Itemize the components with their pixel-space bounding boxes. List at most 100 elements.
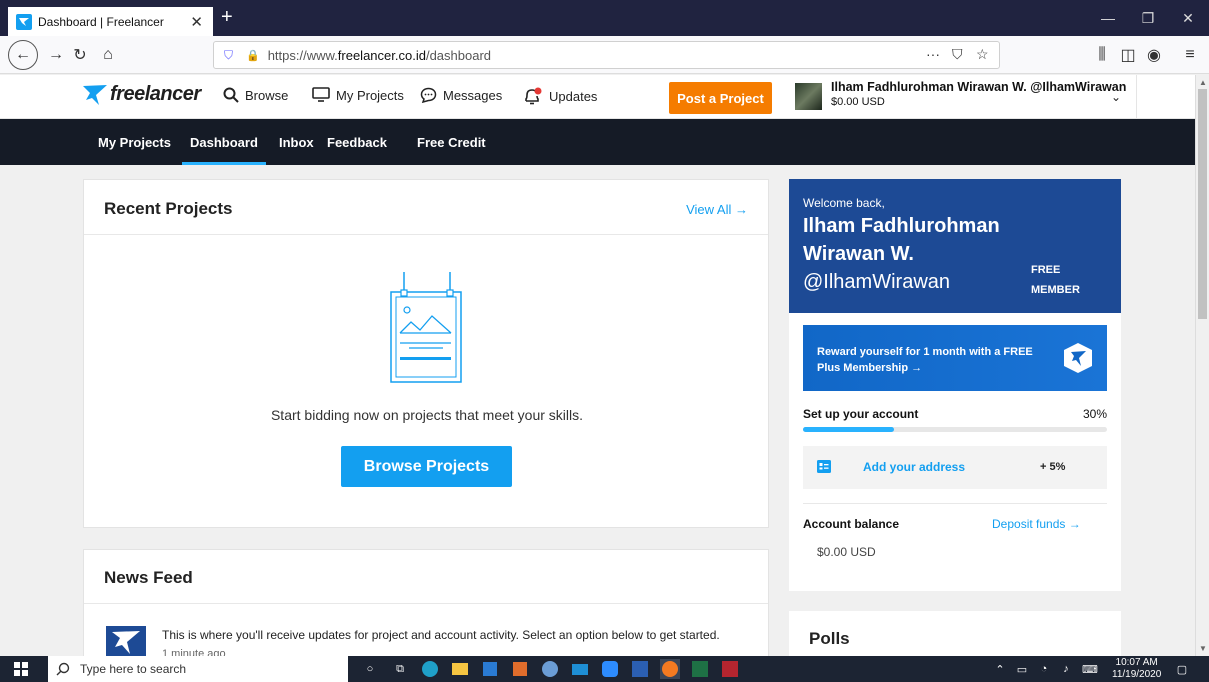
mendeley-icon[interactable]: [720, 659, 740, 679]
lock-icon[interactable]: 🔒: [246, 49, 260, 62]
membership-badge-line1: FREE: [1031, 264, 1061, 276]
file-explorer-icon[interactable]: [450, 659, 470, 679]
menu-icon[interactable]: ≡: [1178, 43, 1202, 67]
screen: Dashboard | Freelancer ✕ + — ❐ ✕ ← → ↻ ⌂…: [0, 0, 1209, 682]
home-icon[interactable]: ⌂: [96, 43, 120, 67]
add-address-task[interactable]: Add your address + 5%: [803, 446, 1107, 489]
nav-messages[interactable]: Messages: [420, 87, 502, 103]
shield-icon[interactable]: ⛉: [224, 48, 238, 63]
clock-date: 11/19/2020: [1112, 669, 1162, 680]
url-bar[interactable]: ⛉ 🔒 https://www.freelancer.co.id/dashboa…: [213, 41, 1000, 69]
monitor-icon: [312, 87, 330, 102]
restore-icon[interactable]: ❐: [1128, 0, 1168, 36]
user-menu[interactable]: Ilham Fadhlurohman Wirawan W. @IlhamWira…: [795, 80, 1126, 110]
subnav-inbox[interactable]: Inbox: [279, 119, 314, 165]
firefox-icon[interactable]: [660, 659, 680, 679]
welcome-handle: @IlhamWirawan: [803, 271, 951, 293]
dashboard-subnav: My Projects Dashboard Inbox Feedback Fre…: [0, 119, 1195, 165]
account-balance-amount: $0.00 USD: [817, 545, 876, 559]
account-icon[interactable]: ◉: [1142, 43, 1166, 67]
notifications-icon[interactable]: ▢: [1172, 659, 1192, 679]
zoom-icon[interactable]: [600, 659, 620, 679]
wifi-icon[interactable]: ◔: [1034, 659, 1054, 679]
user-name: Ilham Fadhlurohman Wirawan W. @IlhamWira…: [831, 80, 1127, 94]
account-balance-title: Account balance: [803, 517, 900, 531]
freelancer-logo[interactable]: freelancer: [82, 83, 201, 106]
scrollbar-thumb[interactable]: [1198, 89, 1207, 319]
nav-my-projects[interactable]: My Projects: [312, 87, 404, 103]
subnav-free-credit[interactable]: Free Credit: [417, 119, 486, 165]
deposit-funds-link[interactable]: Deposit funds →: [992, 517, 1081, 531]
volume-icon[interactable]: ♪: [1056, 659, 1076, 679]
freelancer-favicon-icon: [16, 14, 32, 30]
close-window-icon[interactable]: ✕: [1168, 0, 1208, 36]
page-actions-icon[interactable]: ···: [926, 46, 940, 62]
reload-icon[interactable]: ↻: [68, 43, 92, 67]
windows-start-icon[interactable]: [14, 662, 28, 676]
media-player-icon[interactable]: [510, 659, 530, 679]
recent-projects-card: Recent Projects View All → Start bidding…: [83, 179, 769, 528]
membership-badge-line2: MEMBER: [1031, 284, 1080, 296]
browser-tab[interactable]: Dashboard | Freelancer ✕: [8, 7, 213, 37]
add-address-link[interactable]: Add your address: [863, 460, 965, 474]
subnav-dashboard[interactable]: Dashboard: [182, 119, 266, 165]
card-divider: [803, 503, 1107, 504]
word-icon[interactable]: [630, 659, 650, 679]
browse-projects-button[interactable]: Browse Projects: [341, 446, 512, 487]
view-all-link[interactable]: View All →: [686, 202, 748, 217]
recent-projects-title: Recent Projects: [104, 199, 233, 218]
site-header: freelancer Browse My Projects Messages U…: [0, 75, 1195, 119]
subnav-feedback[interactable]: Feedback: [327, 119, 387, 165]
clock-time: 10:07 AM: [1115, 657, 1158, 668]
pocket-icon[interactable]: ⛉: [952, 46, 963, 63]
battery-icon[interactable]: ▭: [1012, 659, 1032, 679]
bookmark-star-icon[interactable]: ☆: [976, 46, 989, 63]
chat-bubble-icon: [420, 87, 437, 103]
nav-browse[interactable]: Browse: [223, 87, 288, 103]
freelancer-bird-icon: [83, 84, 107, 105]
library-icon[interactable]: ⫼: [1090, 43, 1114, 67]
header-divider: [1136, 75, 1137, 119]
back-arrow-icon[interactable]: ←: [8, 40, 38, 70]
card-divider: [84, 234, 768, 235]
avatar[interactable]: [795, 83, 822, 110]
sidebar-icon[interactable]: ◫: [1116, 43, 1140, 67]
setup-progress-bar: [803, 427, 1107, 432]
setup-account-title: Set up your account: [803, 407, 919, 421]
scroll-up-icon[interactable]: ▲: [1199, 78, 1207, 87]
taskbar-clock[interactable]: 10:07 AM 11/19/2020: [1112, 657, 1161, 681]
new-tab-icon[interactable]: +: [221, 2, 233, 36]
chrome-icon[interactable]: [540, 659, 560, 679]
news-feed-card: News Feed This is where you'll receive u…: [83, 549, 769, 656]
forward-arrow-icon[interactable]: →: [44, 43, 68, 67]
cortana-icon[interactable]: ○: [360, 659, 380, 679]
minimize-icon[interactable]: —: [1088, 0, 1128, 36]
url-text: https://www.freelancer.co.id/dashboard: [267, 47, 492, 63]
welcome-greeting: Welcome back,: [803, 196, 885, 210]
store-icon[interactable]: [480, 659, 500, 679]
taskbar-search-input[interactable]: Type here to search: [48, 656, 348, 682]
address-card-icon: [817, 460, 831, 473]
add-address-bonus: + 5%: [1040, 461, 1066, 473]
bell-icon: [525, 87, 542, 105]
tab-title: Dashboard | Freelancer: [38, 15, 164, 29]
plus-shield-icon: [1064, 343, 1092, 373]
edge-icon[interactable]: [420, 659, 440, 679]
task-view-icon[interactable]: ⧉: [390, 659, 410, 679]
search-icon: [223, 87, 239, 103]
plus-membership-promo[interactable]: Reward yourself for 1 month with a FREE …: [803, 325, 1107, 391]
nav-messages-label: Messages: [443, 87, 503, 103]
scroll-down-icon[interactable]: ▼: [1199, 644, 1207, 653]
close-tab-icon[interactable]: ✕: [190, 13, 203, 31]
keyboard-icon[interactable]: ⌨: [1080, 659, 1100, 679]
system-tray-icons[interactable]: ⌃: [990, 659, 1010, 679]
subnav-my-projects[interactable]: My Projects: [98, 119, 171, 165]
page-scrollbar[interactable]: ▲ ▼: [1195, 75, 1209, 656]
post-project-button[interactable]: Post a Project: [669, 82, 772, 114]
chevron-down-icon[interactable]: ⌄: [1111, 90, 1121, 104]
mail-icon[interactable]: [570, 659, 590, 679]
nav-updates[interactable]: Updates: [523, 87, 597, 105]
nav-my-projects-label: My Projects: [336, 87, 404, 103]
welcome-banner: Welcome back, Ilham Fadhlurohman Wirawan…: [789, 179, 1121, 313]
excel-icon[interactable]: [690, 659, 710, 679]
